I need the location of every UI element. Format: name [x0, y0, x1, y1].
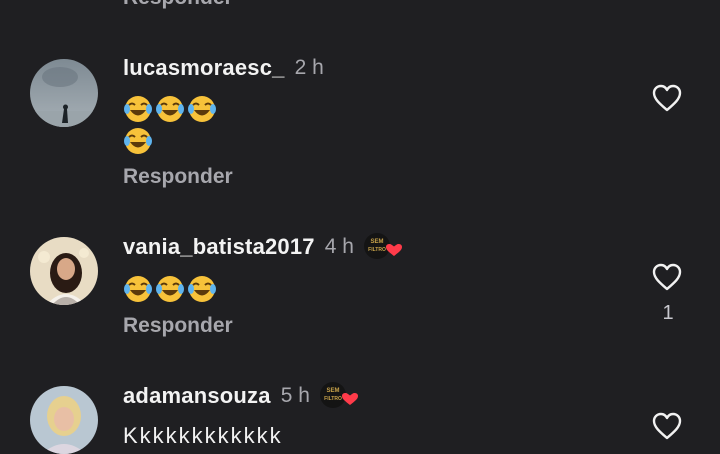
- comment-text-line: 😂😂😂: [123, 92, 219, 124]
- avatar[interactable]: [30, 59, 98, 127]
- tears-of-joy-emoji-icon: [188, 276, 216, 303]
- like-heart-icon[interactable]: [652, 84, 682, 112]
- tears-of-joy-emoji-icon: [124, 96, 152, 123]
- svg-text:FILTRO: FILTRO: [368, 247, 386, 253]
- avatar[interactable]: [30, 386, 98, 454]
- tears-of-joy-emoji-icon: [124, 128, 152, 155]
- avatar-image: [30, 59, 98, 127]
- reply-button-partial[interactable]: Responder: [123, 0, 233, 10]
- svg-text:FILTRO: FILTRO: [324, 396, 342, 402]
- comment-text-line: 😂😂😂: [123, 272, 219, 304]
- timestamp: 5 h: [280, 384, 310, 407]
- svg-text:SEM: SEM: [326, 388, 339, 394]
- avatar[interactable]: [30, 237, 98, 305]
- comment-text: 😂😂😂 😂: [123, 92, 219, 156]
- reply-button[interactable]: Responder: [123, 314, 233, 338]
- timestamp: 2 h: [294, 56, 324, 79]
- like-count: 1: [662, 302, 674, 324]
- username[interactable]: lucasmoraesc_: [123, 55, 285, 81]
- comment-text-line: 😂: [123, 124, 219, 156]
- svg-text:SEM: SEM: [370, 239, 383, 245]
- avatar-image: [30, 237, 98, 305]
- timestamp: 4 h: [324, 235, 354, 258]
- comment-text: Kkkkkkkkkkkk: [123, 423, 283, 448]
- tears-of-joy-emoji-icon: [188, 96, 216, 123]
- reply-button[interactable]: Responder: [123, 165, 233, 189]
- like-heart-icon[interactable]: [652, 263, 682, 291]
- tears-of-joy-emoji-icon: [156, 276, 184, 303]
- tears-of-joy-emoji-icon: [124, 276, 152, 303]
- username[interactable]: adamansouza: [123, 383, 271, 409]
- sem-filtro-badge-icon: SEM FILTRO: [319, 381, 362, 411]
- like-heart-icon[interactable]: [652, 412, 682, 440]
- comment-text: 😂😂😂: [123, 272, 219, 304]
- username[interactable]: vania_batista2017: [123, 234, 315, 260]
- sem-filtro-badge-icon: SEM FILTRO: [363, 232, 406, 262]
- avatar-image: [30, 386, 98, 454]
- tears-of-joy-emoji-icon: [156, 96, 184, 123]
